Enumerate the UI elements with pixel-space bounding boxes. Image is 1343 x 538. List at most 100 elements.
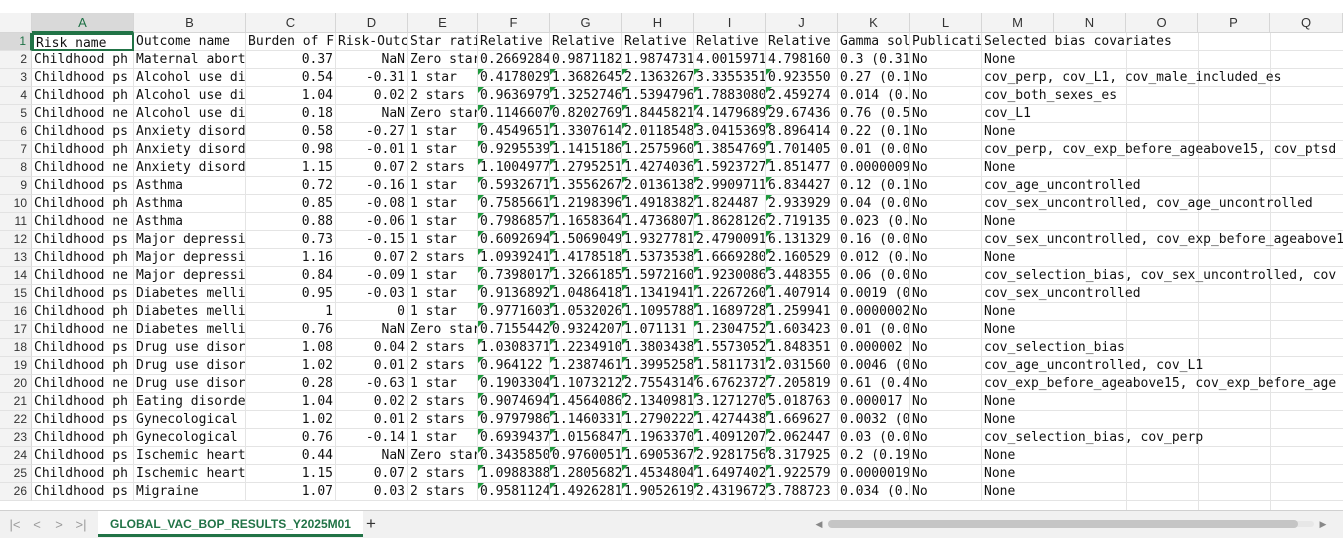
table-cell[interactable]: 1.15 <box>246 465 336 483</box>
table-cell[interactable]: Childhood ne <box>32 321 134 339</box>
table-cell[interactable]: -0.08 <box>336 195 408 213</box>
table-cell[interactable]: 0.9771603 <box>478 303 550 321</box>
table-cell[interactable]: 1 <box>246 303 336 321</box>
scroll-left-icon[interactable]: ◀ <box>812 517 826 531</box>
table-cell[interactable]: 1.6497402 <box>694 465 766 483</box>
table-cell[interactable]: 1.1460331 <box>550 411 622 429</box>
table-cell[interactable]: 1.02 <box>246 411 336 429</box>
table-cell[interactable]: 0.98 <box>246 141 336 159</box>
table-cell[interactable]: 1.9327781 <box>622 231 694 249</box>
header-cell[interactable]: Risk name <box>32 33 134 51</box>
column-header-h[interactable]: H <box>622 13 694 33</box>
table-cell[interactable]: 0.7155442 <box>478 321 550 339</box>
table-cell[interactable]: 0.01 <box>336 357 408 375</box>
table-cell[interactable]: 5.018763 <box>766 393 838 411</box>
table-cell[interactable]: 0.0000002 <box>838 303 910 321</box>
table-cell[interactable]: Asthma <box>134 195 246 213</box>
table-cell[interactable]: Drug use disor <box>134 357 246 375</box>
table-cell[interactable]: 0.9074694 <box>478 393 550 411</box>
table-cell[interactable]: 0.923550 <box>766 69 838 87</box>
table-cell[interactable]: -0.03 <box>336 285 408 303</box>
table-cell[interactable]: 1.3266185 <box>550 267 622 285</box>
first-sheet-button[interactable]: |< <box>6 516 24 534</box>
table-cell[interactable]: 0.2669284 <box>478 51 550 69</box>
table-cell[interactable]: 1.3682645 <box>550 69 622 87</box>
table-cell[interactable]: NaN <box>336 321 408 339</box>
table-cell[interactable]: 2.9281756 <box>694 447 766 465</box>
table-cell[interactable]: None <box>982 51 1343 69</box>
table-cell[interactable]: No <box>910 231 982 249</box>
prev-sheet-button[interactable]: < <box>28 516 46 534</box>
column-header-n[interactable]: N <box>1054 13 1126 33</box>
row-header[interactable]: 24 <box>0 447 32 465</box>
table-cell[interactable]: None <box>982 411 1343 429</box>
table-cell[interactable]: Maternal abort <box>134 51 246 69</box>
table-cell[interactable]: 0.04 <box>336 339 408 357</box>
column-header-q[interactable]: Q <box>1270 13 1343 33</box>
scroll-right-icon[interactable]: ▶ <box>1316 517 1330 531</box>
table-cell[interactable]: 0.58 <box>246 123 336 141</box>
table-cell[interactable]: 7.205819 <box>766 375 838 393</box>
table-cell[interactable]: 1.071131 <box>622 321 694 339</box>
next-sheet-button[interactable]: > <box>50 516 68 534</box>
table-cell[interactable]: 0.0019 (0 <box>838 285 910 303</box>
table-cell[interactable]: 1.2234910 <box>550 339 622 357</box>
table-cell[interactable]: 0.1146607 <box>478 105 550 123</box>
table-cell[interactable]: -0.06 <box>336 213 408 231</box>
column-header-k[interactable]: K <box>838 13 910 33</box>
table-cell[interactable]: 1.259941 <box>766 303 838 321</box>
table-cell[interactable]: -0.09 <box>336 267 408 285</box>
table-cell[interactable]: No <box>910 429 982 447</box>
table-cell[interactable]: 2.062447 <box>766 429 838 447</box>
table-cell[interactable]: NaN <box>336 447 408 465</box>
table-cell[interactable]: 1.5923727 <box>694 159 766 177</box>
table-cell[interactable]: 0.06 (0.0 <box>838 267 910 285</box>
table-cell[interactable]: Childhood ph <box>32 429 134 447</box>
table-cell[interactable]: 1.5811731 <box>694 357 766 375</box>
table-cell[interactable]: 1.1095788 <box>622 303 694 321</box>
table-cell[interactable]: No <box>910 159 982 177</box>
table-cell[interactable]: Zero star <box>408 321 478 339</box>
table-cell[interactable]: cov_selection_bias, cov_sex_uncontrolled… <box>982 267 1343 285</box>
table-cell[interactable]: 1.1415186 <box>550 141 622 159</box>
row-header[interactable]: 1 <box>0 33 32 51</box>
table-cell[interactable]: Zero star <box>408 447 478 465</box>
table-cell[interactable]: 1.2795251 <box>550 159 622 177</box>
spreadsheet-grid[interactable]: 1 Risk name Outcome name Burden of F Risk-Ou… <box>0 0 1343 510</box>
table-cell[interactable]: 1.5573052 <box>694 339 766 357</box>
table-cell[interactable]: 2.0118548 <box>622 123 694 141</box>
table-cell[interactable]: 0.07 <box>336 159 408 177</box>
column-header-c[interactable]: C <box>246 13 336 33</box>
table-cell[interactable]: 1 star <box>408 285 478 303</box>
table-cell[interactable]: 2.4790091 <box>694 231 766 249</box>
table-cell[interactable]: 2.459274 <box>766 87 838 105</box>
table-cell[interactable]: 0.03 (0.0 <box>838 429 910 447</box>
table-cell[interactable]: 1.2790222 <box>622 411 694 429</box>
table-cell[interactable]: 0.6092694 <box>478 231 550 249</box>
table-cell[interactable]: Asthma <box>134 177 246 195</box>
table-cell[interactable]: 1 star <box>408 123 478 141</box>
header-cell[interactable]: Risk-Outc <box>336 33 408 51</box>
table-cell[interactable]: 0.76 <box>246 321 336 339</box>
table-cell[interactable]: 0.4178029 <box>478 69 550 87</box>
table-cell[interactable]: 0.22 (0.1 <box>838 123 910 141</box>
table-cell[interactable]: 1.701405 <box>766 141 838 159</box>
table-cell[interactable]: 2 stars <box>408 339 478 357</box>
table-cell[interactable]: 0.03 <box>336 483 408 501</box>
table-cell[interactable]: Childhood ne <box>32 267 134 285</box>
table-cell[interactable]: 1.669627 <box>766 411 838 429</box>
table-cell[interactable]: Ischemic heart <box>134 465 246 483</box>
table-cell[interactable]: 2 stars <box>408 483 478 501</box>
table-cell[interactable]: Childhood ph <box>32 357 134 375</box>
table-cell[interactable]: 0.4549651 <box>478 123 550 141</box>
table-cell[interactable]: No <box>910 249 982 267</box>
table-cell[interactable]: Eating disorde <box>134 393 246 411</box>
table-cell[interactable]: 0.9871182 <box>550 51 622 69</box>
table-cell[interactable]: Childhood ps <box>32 69 134 87</box>
table-cell[interactable]: 0.9636979 <box>478 87 550 105</box>
row-header[interactable]: 13 <box>0 249 32 267</box>
select-all-corner[interactable] <box>0 13 32 33</box>
table-cell[interactable]: No <box>910 141 982 159</box>
table-cell[interactable]: 1.3995258 <box>622 357 694 375</box>
table-cell[interactable]: 1 star <box>408 231 478 249</box>
